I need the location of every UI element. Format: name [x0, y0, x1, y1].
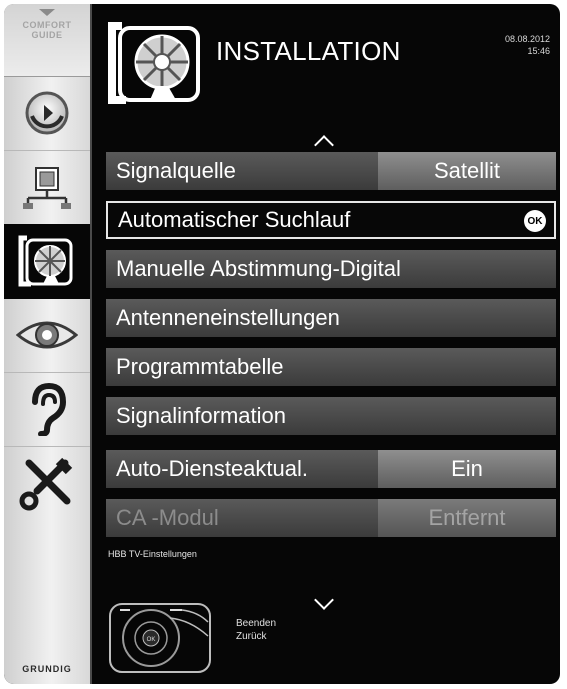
menu-item-programmtabelle[interactable]: Programmtabelle	[106, 348, 556, 386]
menu-item-label: Signalquelle	[116, 158, 236, 183]
remote-control-icon: OK	[109, 603, 211, 673]
arrow-down-icon	[39, 9, 55, 16]
brand-logo: GRUNDIG	[22, 664, 72, 674]
hbb-tv-settings-link[interactable]: HBB TV-Einstellungen	[108, 549, 197, 559]
comfort-guide-label: COMFORT GUIDE	[22, 20, 72, 40]
satellite-dish-icon	[108, 22, 200, 104]
comfort-guide-button[interactable]: COMFORT GUIDE	[4, 4, 90, 77]
menu-item-value: Entfernt	[378, 499, 556, 537]
menu-item-label: Auto-Diensteaktual.	[116, 456, 308, 481]
network-icon	[23, 167, 71, 209]
source-refresh-icon	[25, 91, 69, 135]
scroll-down-icon[interactable]	[314, 590, 334, 610]
sidebar-item-network[interactable]	[4, 150, 90, 225]
menu-item-label: Manuelle Abstimmung-Digital	[116, 256, 401, 281]
tools-icon	[19, 457, 73, 511]
date-time: 08.08.2012 15:46	[505, 33, 550, 57]
sidebar-item-installation[interactable]	[4, 224, 90, 299]
menu-item-automatischer-suchlauf[interactable]: Automatischer Suchlauf OK	[106, 201, 556, 239]
menu-item-auto-diensteaktual[interactable]: Auto-Diensteaktual. Ein	[106, 450, 556, 488]
sidebar-item-picture[interactable]	[4, 298, 90, 373]
menu-item-value[interactable]: Satellit	[378, 152, 556, 190]
menu-item-label: Programmtabelle	[116, 354, 284, 379]
date-text: 08.08.2012	[504, 34, 550, 44]
menu-item-manuelle-abstimmung[interactable]: Manuelle Abstimmung-Digital	[106, 250, 556, 288]
tv-menu-screen: COMFORT GUIDE GRUNDIG INSTALLATION 08.08…	[4, 4, 560, 684]
satellite-dish-icon	[18, 235, 73, 287]
remote-control-hint: OK	[108, 598, 218, 683]
remote-ok-label: OK	[147, 637, 156, 643]
page-title: INSTALLATION	[216, 36, 401, 66]
menu-item-signalinformation[interactable]: Signalinformation	[106, 397, 556, 435]
hint-back: Zurück	[236, 631, 267, 642]
eye-icon	[16, 321, 78, 349]
sidebar: COMFORT GUIDE GRUNDIG	[4, 4, 92, 684]
menu-item-antenneneinstellungen[interactable]: Antenneneinstellungen	[106, 299, 556, 337]
time-text: 15:46	[527, 46, 550, 56]
menu-item-label: CA -Modul	[116, 505, 219, 530]
ok-badge-icon[interactable]: OK	[524, 210, 546, 232]
sidebar-item-sound[interactable]	[4, 372, 90, 447]
sidebar-item-source[interactable]	[4, 76, 90, 151]
menu-item-label: Antenneneinstellungen	[116, 305, 340, 330]
menu-item-label: Signalinformation	[116, 403, 286, 428]
installation-header-icon	[106, 20, 206, 111]
menu-item-ca-modul: CA -Modul Entfernt	[106, 499, 556, 537]
hint-exit: Beenden	[236, 618, 277, 629]
sidebar-item-settings[interactable]	[4, 446, 90, 520]
menu-item-label: Automatischer Suchlauf	[118, 207, 351, 232]
ear-icon	[32, 382, 67, 436]
menu-item-signalquelle[interactable]: Signalquelle Satellit	[106, 152, 556, 190]
menu-item-value[interactable]: Ein	[378, 450, 556, 488]
